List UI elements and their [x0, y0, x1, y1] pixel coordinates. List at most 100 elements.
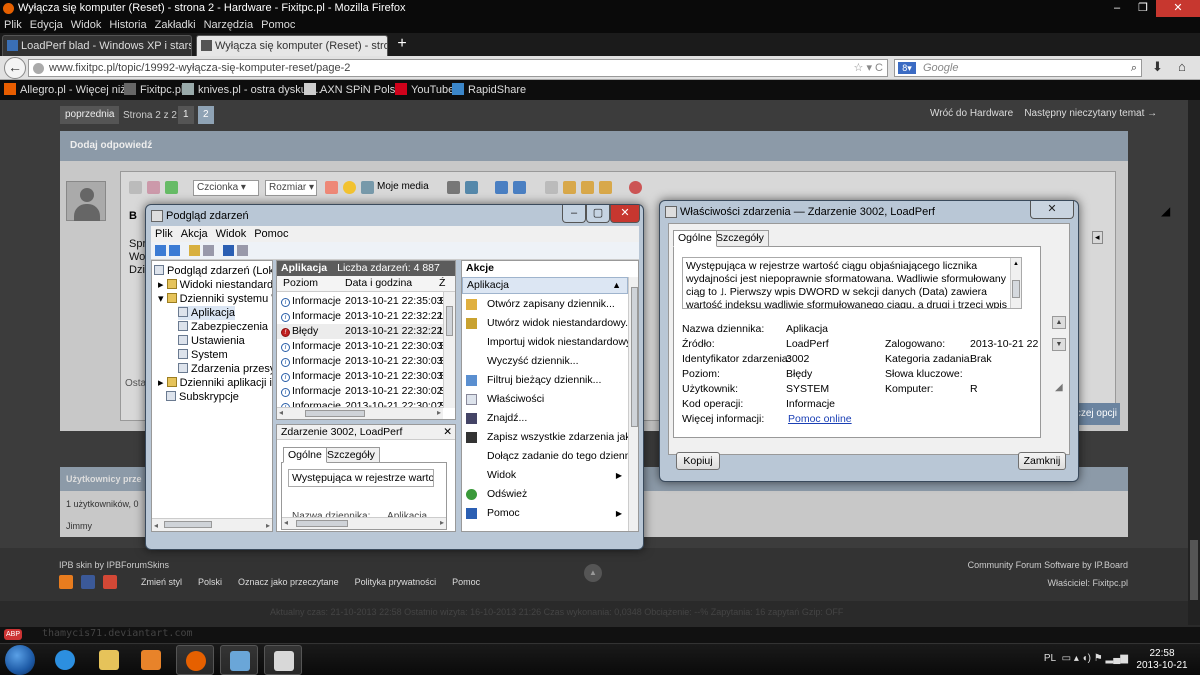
action-help[interactable]: Pomoc ▶ [462, 504, 628, 523]
ev-minimize-button[interactable]: – [562, 205, 586, 223]
tab-fixitpc[interactable]: Wyłącza się komputer (Reset) - stron... [196, 35, 388, 56]
search-icon[interactable]: ⌕ [1131, 60, 1137, 76]
mark-read-link[interactable]: Oznacz jako przeczytane [238, 577, 339, 587]
col-date[interactable]: Data i godzina [345, 277, 412, 289]
table-row[interactable]: iInformacje2013-10-21 22:30:03S [277, 369, 446, 384]
online-help-link[interactable]: Pomoc online [788, 413, 852, 425]
bold-icon[interactable]: B [129, 210, 137, 222]
help-icon[interactable] [223, 245, 234, 256]
minimize-button[interactable]: – [1104, 0, 1130, 17]
language-indicator[interactable]: PL [1044, 653, 1056, 664]
clock[interactable]: 22:58 2013-10-21 [1132, 648, 1192, 672]
link-icon[interactable] [465, 181, 478, 194]
editor-resize-icon[interactable]: ◢ [1161, 204, 1170, 218]
event-list-hscrollbar[interactable]: ◂ ▸ [277, 407, 443, 419]
addon-icon[interactable]: ABP [4, 629, 22, 640]
back-arrow-icon[interactable]: ← [4, 57, 26, 79]
desc-vscrollbar[interactable]: ▲ [1010, 258, 1021, 308]
table-row[interactable]: iInformacje2013-10-21 22:30:03S [277, 354, 446, 369]
spellcheck-icon[interactable] [447, 181, 460, 194]
menu-tools[interactable]: Narzędzia [204, 17, 254, 33]
actions-section-application[interactable]: Aplikacja ▲ [462, 277, 628, 294]
tree-setup[interactable]: Ustawienia [178, 334, 245, 348]
home-icon[interactable]: ⌂ [1178, 59, 1186, 74]
facebook-icon[interactable] [81, 575, 95, 589]
paste-word-icon[interactable] [599, 181, 612, 194]
copy-button[interactable]: Kopiuj [676, 452, 720, 470]
prev-event-icon[interactable]: ▲ [1052, 316, 1066, 329]
bookmark-allegro[interactable]: Allegro.pl - Więcej niż... [4, 80, 135, 100]
new-tab-plus-icon[interactable]: + [393, 36, 411, 54]
paste-icon[interactable] [563, 181, 576, 194]
language-link[interactable]: Polski [198, 577, 222, 587]
star-reload-icons[interactable]: ☆ ▾ C [854, 60, 883, 76]
show-tree-icon[interactable] [203, 245, 214, 256]
menu-help[interactable]: Pomoc [261, 17, 295, 33]
bookmark-axn[interactable]: AXN SPiN Polska [304, 80, 407, 100]
scroll-top-icon[interactable]: ▲ [584, 564, 602, 582]
search-input[interactable]: 8▾ Google ⌕ [894, 59, 1142, 77]
tree-system[interactable]: System [178, 348, 228, 362]
back-icon[interactable] [155, 245, 166, 256]
taskbar-ie[interactable] [46, 645, 84, 675]
help-link[interactable]: Pomoc [452, 577, 480, 587]
col-source[interactable]: Ź [439, 277, 445, 289]
bookmark-knives[interactable]: knives.pl - ostra dyskus... [182, 80, 322, 100]
action-attach-task[interactable]: Dołącz zadanie do tego dziennika... [462, 447, 628, 466]
bookmark-youtube[interactable]: YouTube [395, 80, 454, 100]
col-level[interactable]: Poziom [283, 277, 318, 289]
tree-forwarded[interactable]: Zdarzenia przesyłane dalej [178, 362, 272, 376]
download-icon[interactable]: ⬇ [1152, 59, 1163, 75]
action-clear-log[interactable]: Wyczyść dziennik... [462, 352, 628, 371]
action-import-custom-view[interactable]: Importuj widok niestandardowy... [462, 333, 628, 352]
bookmark-rapidshare[interactable]: RapidShare [452, 80, 526, 100]
google-engine-icon[interactable]: 8▾ [898, 62, 916, 74]
collapse-toolbar-icon[interactable]: ◂ [1092, 231, 1103, 244]
table-row[interactable]: iInformacje2013-10-21 22:32:22Lo [277, 309, 451, 324]
tree-custom-views[interactable]: ▸ Widoki niestandardowe [158, 278, 272, 292]
collapse-icon[interactable]: ▲ [612, 278, 621, 293]
next-event-icon[interactable]: ▼ [1052, 338, 1066, 351]
privacy-link[interactable]: Polityka prywatności [355, 577, 437, 587]
font-select[interactable]: Czcionka ▾ [193, 180, 259, 196]
my-media-label[interactable]: Moje media [377, 181, 429, 192]
bookmark-fixitpc[interactable]: Fixitpc.pl [124, 80, 183, 100]
action-filter-log[interactable]: Filtruj bieżący dziennik... [462, 371, 628, 390]
page-2-button[interactable]: 2 [198, 106, 214, 124]
table-row-error-selected[interactable]: !Błędy2013-10-21 22:32:22Lo [277, 324, 451, 339]
tree-app-service-logs[interactable]: ▸ Dzienniki aplikacji i usług [158, 376, 272, 390]
tree-windows-logs[interactable]: ▾ Dzienniki systemu Windows [158, 292, 272, 306]
ev-close-button[interactable]: ✕ [610, 205, 640, 223]
show-actions-icon[interactable] [237, 245, 248, 256]
source-icon[interactable] [129, 181, 142, 194]
tree-hscrollbar[interactable]: ◂ ▸ [152, 518, 272, 531]
tree-root[interactable]: Podgląd zdarzeń (Lokalny) [154, 264, 272, 278]
action-view[interactable]: Widok ▶ [462, 466, 628, 485]
up-folder-icon[interactable] [189, 245, 200, 256]
undo-icon[interactable] [495, 181, 508, 194]
event-list-vscrollbar[interactable] [443, 292, 455, 408]
size-select[interactable]: Rozmiar ▾ [265, 180, 317, 196]
more-options-button[interactable]: czej opcji [1074, 403, 1120, 425]
taskbar-event-properties[interactable] [264, 645, 302, 675]
remove-format-icon[interactable] [629, 181, 642, 194]
start-button[interactable] [5, 645, 35, 675]
tree-application[interactable]: Aplikacja [178, 306, 236, 320]
url-bar[interactable]: www.fixitpc.pl/topic/19992-wyłącza-się-k… [28, 59, 888, 77]
table-icon[interactable] [165, 181, 178, 194]
table-row[interactable]: iInformacje2013-10-21 22:35:03S [277, 294, 446, 309]
close-dialog-button[interactable]: Zamknij [1018, 452, 1066, 470]
google-plus-icon[interactable] [103, 575, 117, 589]
action-properties[interactable]: Właściwości [462, 390, 628, 409]
ev-menu-action[interactable]: Akcja [181, 226, 208, 242]
menu-edit[interactable]: Edycja [30, 17, 63, 33]
taskbar-event-viewer[interactable] [220, 645, 258, 675]
skin-credit[interactable]: IPB skin by IPBForumSkins [59, 560, 169, 570]
ev-maximize-button[interactable]: ▢ [586, 205, 610, 223]
action-create-custom-view[interactable]: Utwórz widok niestandardowy... [462, 314, 628, 333]
action-save-all[interactable]: Zapisz wszystkie zdarzenia jako... [462, 428, 628, 447]
tab-loadperf[interactable]: LoadPerf blad - Windows XP i starsze... [2, 35, 192, 56]
action-find[interactable]: Znajdź... [462, 409, 628, 428]
resize-grip-icon[interactable]: ◢ [1055, 382, 1063, 393]
eraser-icon[interactable] [147, 181, 160, 194]
